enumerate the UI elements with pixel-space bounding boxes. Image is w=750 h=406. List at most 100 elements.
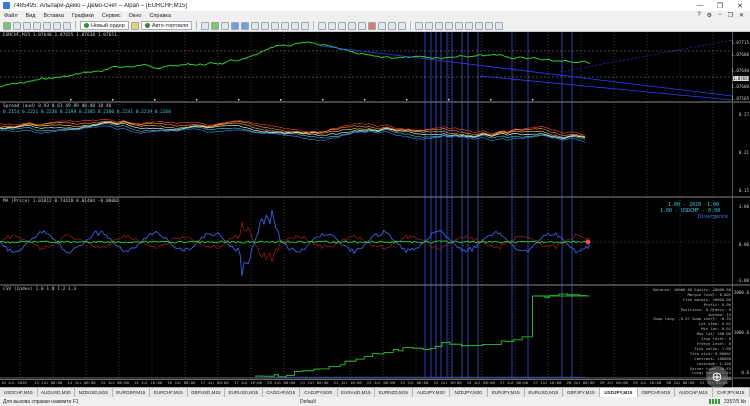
line-chart-icon[interactable]: [221, 21, 230, 30]
status-help-text: Для вызова справки нажмите F1: [3, 398, 79, 405]
price-line: [0, 41, 591, 88]
child-minimize-button[interactable]: −: [718, 12, 722, 19]
sub1-price-tick: 0.15: [738, 188, 749, 193]
child-close-button[interactable]: ✕: [739, 12, 744, 19]
terminal-icon[interactable]: [53, 21, 61, 30]
bar-chart-icon[interactable]: [201, 21, 210, 30]
chart-tab[interactable]: EURUSD,M15: [525, 388, 563, 397]
chart-tab[interactable]: EURJPY,M15: [488, 388, 525, 397]
chart-tab[interactable]: AUDUSD,M30: [38, 388, 75, 397]
menu-window[interactable]: Окно: [125, 13, 146, 19]
m30-icon[interactable]: [445, 21, 454, 30]
chart-tab[interactable]: CADJPY,M30: [300, 388, 338, 397]
navigator-icon[interactable]: [43, 21, 51, 30]
zoom-out-tool-icon[interactable]: [241, 21, 250, 30]
m1-icon[interactable]: [415, 21, 424, 30]
time-axis[interactable]: 10 Jul 2020 13 Jul 08:00 14 Jul 08:00 15 Ju…: [0, 379, 732, 387]
time-tick: 24 Jul 08:00: [466, 380, 495, 385]
data-window-icon[interactable]: [33, 21, 41, 30]
sub2-indicator-label: MA (Price) 1.01012 0.74420 0.01404 -0.00…: [3, 199, 120, 204]
m15-icon[interactable]: [435, 21, 444, 30]
fibonacci-icon[interactable]: [368, 21, 377, 30]
crosshair-icon[interactable]: [318, 21, 327, 30]
chart-tab[interactable]: AUDJPY,M30: [413, 388, 450, 397]
chart-tab[interactable]: NZDUSD,M15: [75, 388, 113, 397]
time-tick: 27 Jul 16:00: [533, 380, 562, 385]
price-tick: 1.07640: [731, 68, 749, 73]
periods-icon[interactable]: [291, 21, 300, 30]
menu-insert[interactable]: Вставка: [39, 13, 67, 19]
arrows-icon[interactable]: [398, 21, 407, 30]
h1-icon[interactable]: [455, 21, 464, 30]
label-icon[interactable]: [388, 21, 397, 30]
autotrading-button[interactable]: Авто-торговля: [140, 21, 193, 30]
chart-tab[interactable]: EURUSD,M15: [225, 388, 263, 397]
time-tick: 23 Jul 00:00: [400, 380, 429, 385]
w1-icon[interactable]: [485, 21, 494, 30]
sub1-values-label: 0.2154 0.2221 0.2236 0.2198 0.2305 0.218…: [3, 110, 171, 115]
sub3-price-tick: 0.0: [741, 370, 749, 375]
chart-window[interactable]: EURCHF,M15 1.07640 1.07655 1.07638 1.076…: [0, 32, 750, 387]
current-price-box: 1.07651: [733, 76, 750, 81]
mn-icon[interactable]: [495, 21, 504, 30]
chart-tab[interactable]: GBPCHF,M15: [638, 388, 675, 397]
horizontal-line-icon[interactable]: [338, 21, 347, 30]
metaeditor-icon[interactable]: [130, 21, 139, 30]
chart-tab[interactable]: EURAUD,M15: [338, 388, 375, 397]
autoscroll-icon[interactable]: [261, 21, 270, 30]
help-icon[interactable]: ?: [697, 12, 700, 19]
trendline-icon[interactable]: [348, 21, 357, 30]
chart-tab[interactable]: USDCHF,M15: [0, 388, 38, 397]
vertical-line-icon[interactable]: [328, 21, 337, 30]
trade-marker: [490, 99, 492, 101]
m5-icon[interactable]: [425, 21, 434, 30]
channel-icon[interactable]: [358, 21, 367, 30]
chart-tab[interactable]: EURNZD,M15: [375, 388, 413, 397]
text-icon[interactable]: [378, 21, 387, 30]
d1-icon[interactable]: [475, 21, 484, 30]
profiles-icon[interactable]: [13, 21, 21, 30]
templates-icon[interactable]: [301, 21, 310, 30]
trade-marker: [364, 99, 366, 101]
menu-file[interactable]: Файл: [0, 13, 22, 19]
settings-icon[interactable]: ⚙: [707, 12, 712, 19]
market-watch-icon[interactable]: [23, 21, 31, 30]
price-tick: 1.07565: [731, 96, 749, 101]
zoom-in-icon[interactable]: ⊕: [706, 366, 728, 388]
new-chart-icon[interactable]: [3, 21, 11, 30]
chart-tab[interactable]: USDJPY,M15: [600, 388, 638, 397]
minimize-button[interactable]: —: [690, 0, 710, 11]
menu-charts[interactable]: Графики: [68, 13, 98, 19]
sub2-price-tick: 3.00: [738, 204, 749, 209]
time-tick: 17 Jul 00:00: [200, 380, 229, 385]
terminal-window: 7485495: Альпари-Демо – Демо-Счет – Alpa…: [0, 0, 750, 406]
chart-tab[interactable]: GBPJPY,M15: [563, 388, 600, 397]
new-order-button[interactable]: Новый ордер: [80, 21, 129, 30]
zoom-in-tool-icon[interactable]: [231, 21, 240, 30]
chart-tab[interactable]: EURCHF,M15: [150, 388, 188, 397]
candlestick-icon[interactable]: [211, 21, 220, 30]
tester-icon[interactable]: [63, 21, 71, 30]
menu-view[interactable]: Вид: [22, 13, 40, 19]
indicators-icon[interactable]: [281, 21, 290, 30]
time-tick: 21 Jul 00:00: [300, 380, 329, 385]
time-tick: 28 Jul 08:00: [566, 380, 595, 385]
chart-tab[interactable]: EURGBP,M15: [113, 388, 150, 397]
chart-tab[interactable]: CHFJPY,M15: [713, 388, 750, 397]
channel-line: [559, 39, 733, 73]
chart-tab[interactable]: GBPUSD,M15: [188, 388, 225, 397]
chart-tabs: USDCHF,M15 AUDUSD,M30 NZDUSD,M15 EURGBP,M15…: [0, 387, 750, 397]
chart-tab[interactable]: CADCHF,M15: [263, 388, 300, 397]
price-scale[interactable]: 1.07715 1.07680 1.07651 1.07640 1.07600 …: [731, 32, 750, 387]
menu-help[interactable]: Справка: [145, 13, 175, 19]
menu-tools[interactable]: Сервис: [98, 13, 125, 19]
tile-windows-icon[interactable]: [251, 21, 260, 30]
h4-icon[interactable]: [465, 21, 474, 30]
chart-tab[interactable]: NZDJPY,M30: [450, 388, 488, 397]
time-tick: 29 Jul 16:00: [633, 380, 662, 385]
maximize-button[interactable]: ❐: [710, 0, 730, 11]
child-restore-button[interactable]: ❐: [728, 12, 733, 19]
chart-tab[interactable]: AUDCHF,M15: [675, 388, 713, 397]
close-button[interactable]: ✕: [730, 0, 750, 11]
chart-shift-icon[interactable]: [271, 21, 280, 30]
